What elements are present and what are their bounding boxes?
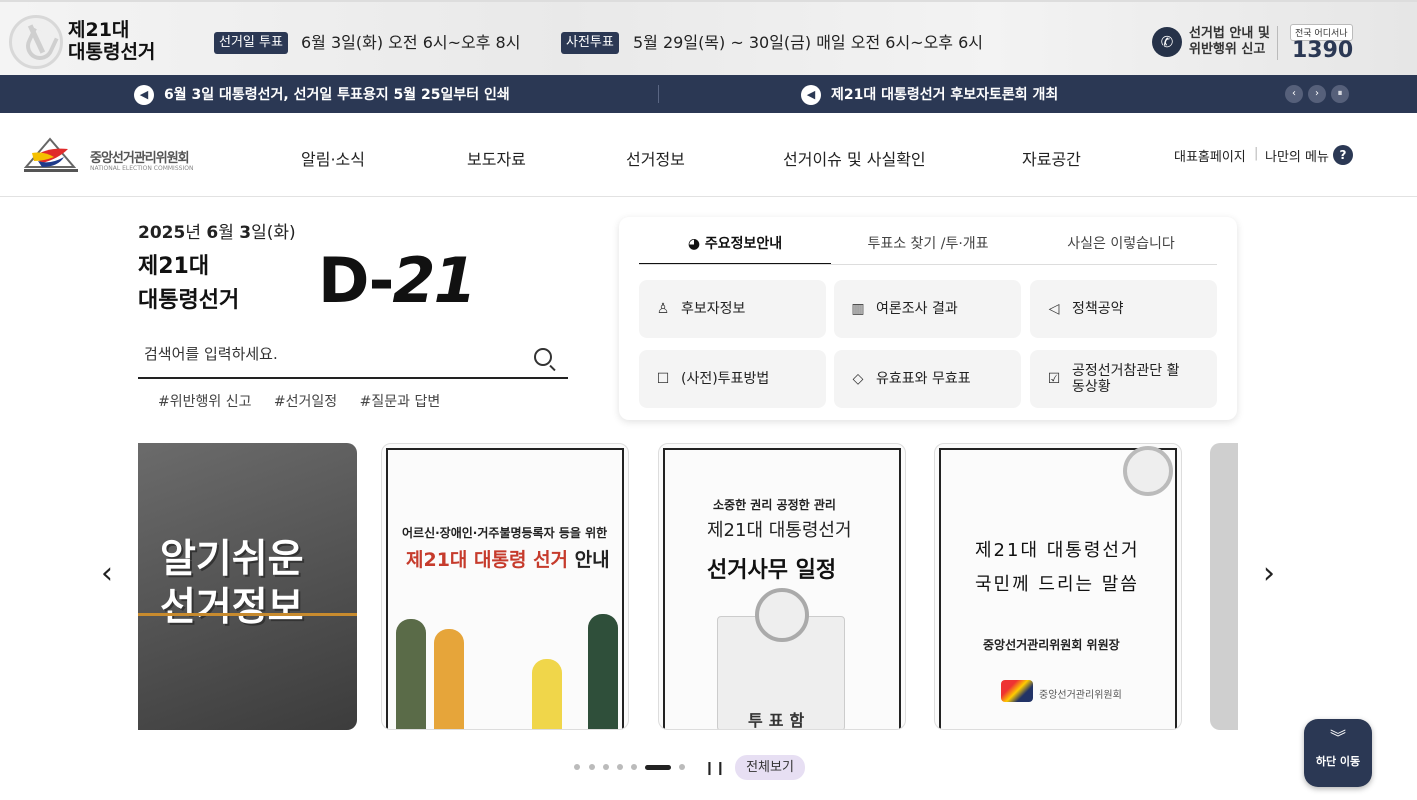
menu-news[interactable]: 알림·소식 — [301, 146, 365, 170]
notice-next-button[interactable]: › — [1308, 85, 1326, 103]
banner-card[interactable]: 어르신·장애인·거주불명등록자 등을 위한 제21대 대통령 선거 안내 — [381, 443, 629, 730]
help-icon[interactable]: ? — [1333, 145, 1353, 165]
carousel-pause-button[interactable]: ❙❙ — [704, 761, 726, 776]
banner-card[interactable]: 제21대 대통령선거 국민께 드리는 말씀 중앙선거관리위원회 위원장 중앙선거… — [934, 443, 1182, 730]
election-day-tag: 선거일 투표 — [214, 32, 288, 54]
divider — [1277, 26, 1278, 60]
menu-fact-check[interactable]: 선거이슈 및 사실확인 — [783, 146, 926, 170]
quick-info-panel: ◕ 주요정보안내 투표소 찾기 /투·개표 사실은 이렇습니다 ♙ 후보자정보 ▥… — [619, 217, 1237, 420]
page-dot[interactable] — [617, 764, 623, 770]
notice-prev-button[interactable]: ‹ — [1285, 85, 1303, 103]
pie-icon: ◕ — [687, 236, 705, 252]
search-icon[interactable] — [534, 348, 552, 366]
home-link[interactable]: 대표홈페이지 — [1174, 146, 1246, 165]
speaker-icon: ◀ — [134, 85, 154, 105]
illustration-person — [396, 619, 426, 729]
banner-card[interactable] — [1210, 443, 1238, 730]
nec-logo-en: NATIONAL ELECTION COMMISSION — [90, 165, 194, 172]
poll-results-button[interactable]: ▥ 여론조사 결과 — [834, 280, 1021, 338]
page-dot[interactable] — [574, 764, 580, 770]
double-chevron-down-icon: ︾ — [1329, 728, 1346, 747]
nec-logo-icon — [1001, 680, 1033, 702]
page-dot-active[interactable] — [645, 765, 671, 770]
hashtag-schedule[interactable]: #선거일정 — [274, 394, 337, 410]
hashtag-violation-report[interactable]: #위반행위 신고 — [158, 394, 251, 410]
valid-invalid-ballot-button[interactable]: ◇ 유효표와 무효표 — [834, 350, 1021, 408]
search-bar — [138, 337, 568, 379]
voting-method-button[interactable]: ☐ (사전)투표방법 — [639, 350, 826, 408]
ballot-stamp-icon — [1123, 446, 1173, 496]
divider — [658, 85, 659, 103]
report-violation-link[interactable]: 선거법 안내 및 위반행위 신고 — [1189, 26, 1270, 58]
d-day-counter: D-21 — [318, 244, 477, 317]
speaker-icon: ◀ — [801, 85, 821, 105]
decorative-line — [138, 613, 357, 616]
my-menu-link[interactable]: 나만의 메뉴 — [1265, 146, 1329, 165]
carousel-next-button[interactable]: › — [1254, 556, 1284, 591]
bar-chart-icon: ▥ — [851, 301, 865, 317]
illustration-person — [588, 614, 618, 729]
illustration-person — [532, 659, 562, 729]
divider — [639, 264, 1217, 265]
election-name: 제21대 대통령선거 — [138, 254, 240, 313]
page-dot[interactable] — [679, 764, 685, 770]
scroll-bottom-button[interactable]: ︾ 하단 이동 — [1304, 719, 1372, 787]
illustration-person — [434, 629, 464, 729]
nec-logo-text[interactable]: 중앙선거관리위원회 — [90, 147, 190, 166]
megaphone-icon: ◁ — [1048, 301, 1060, 317]
menu-press[interactable]: 보도자료 — [467, 146, 526, 170]
election-title[interactable]: 제21대 대통령선거 — [68, 19, 155, 63]
candidate-info-button[interactable]: ♙ 후보자정보 — [639, 280, 826, 338]
election-info-bar: 제21대 대통령선거 선거일 투표 6월 3일(화) 오전 6시~오후 8시 사… — [0, 0, 1417, 75]
ballot-box-icon: ☐ — [656, 371, 670, 387]
notice-pause-button[interactable]: ⏸ — [1331, 85, 1349, 103]
tab-main-info[interactable]: ◕ 주요정보안내 — [639, 231, 831, 265]
nec-logo-icon[interactable] — [24, 135, 78, 175]
page-dot[interactable] — [631, 764, 637, 770]
person-icon: ♙ — [656, 301, 670, 317]
page-dot[interactable] — [603, 764, 609, 770]
observer-activity-button[interactable]: ☑ 공정선거참관단 활동상황 — [1030, 350, 1217, 408]
search-input[interactable] — [144, 345, 514, 363]
page-dot[interactable] — [589, 764, 595, 770]
menu-election-info[interactable]: 선거정보 — [626, 146, 685, 170]
eraser-icon: ◇ — [852, 371, 864, 387]
phone-icon[interactable]: ✆ — [1152, 27, 1182, 57]
hashtag-faq[interactable]: #질문과 답변 — [360, 394, 441, 410]
main-navigation: 중앙선거관리위원회 NATIONAL ELECTION COMMISSION 알… — [0, 113, 1417, 197]
ballot-stamp-icon — [755, 588, 809, 642]
hotline-number[interactable]: 1390 — [1292, 38, 1353, 63]
tab-fact-check[interactable]: 사실은 이렇습니다 — [1025, 231, 1217, 265]
notice-item[interactable]: ◀ 제21대 대통령선거 후보자토론회 개최 — [801, 84, 1058, 105]
banner-card[interactable]: 알기쉬운 선거정보 — [138, 443, 357, 730]
hashtag-list: #위반행위 신고 #선거일정 #질문과 답변 — [158, 391, 458, 411]
notice-item[interactable]: ◀ 6월 3일 대통령선거, 선거일 투표용지 5월 25일부터 인쇄 — [134, 84, 510, 105]
tab-polling-place[interactable]: 투표소 찾기 /투·개표 — [831, 231, 1025, 265]
notice-ticker: ◀ 6월 3일 대통령선거, 선거일 투표용지 5월 25일부터 인쇄 ◀ 제21대… — [0, 75, 1417, 113]
menu-archive[interactable]: 자료공간 — [1022, 146, 1081, 170]
early-vote-schedule: 5월 29일(목) ~ 30일(금) 매일 오전 6시~오후 6시 — [633, 33, 984, 52]
divider: | — [1254, 146, 1259, 161]
early-vote-tag: 사전투표 — [561, 32, 619, 54]
carousel-prev-button[interactable]: ‹ — [92, 556, 122, 591]
banner-carousel: 알기쉬운 선거정보 어르신·장애인·거주불명등록자 등을 위한 제21대 대통령 … — [138, 443, 1238, 730]
checklist-icon: ☑ — [1047, 371, 1061, 387]
policy-pledges-button[interactable]: ◁ 정책공약 — [1030, 280, 1217, 338]
election-date: 2025년 6월 3일(화) — [138, 223, 296, 243]
view-all-button[interactable]: 전체보기 — [735, 755, 805, 780]
ballot-stamp-icon — [9, 15, 63, 69]
banner-card[interactable]: 소중한 권리 공정한 관리 제21대 대통령선거 선거사무 일정 투표함 — [658, 443, 906, 730]
election-day-schedule: 6월 3일(화) 오전 6시~오후 8시 — [301, 33, 521, 52]
